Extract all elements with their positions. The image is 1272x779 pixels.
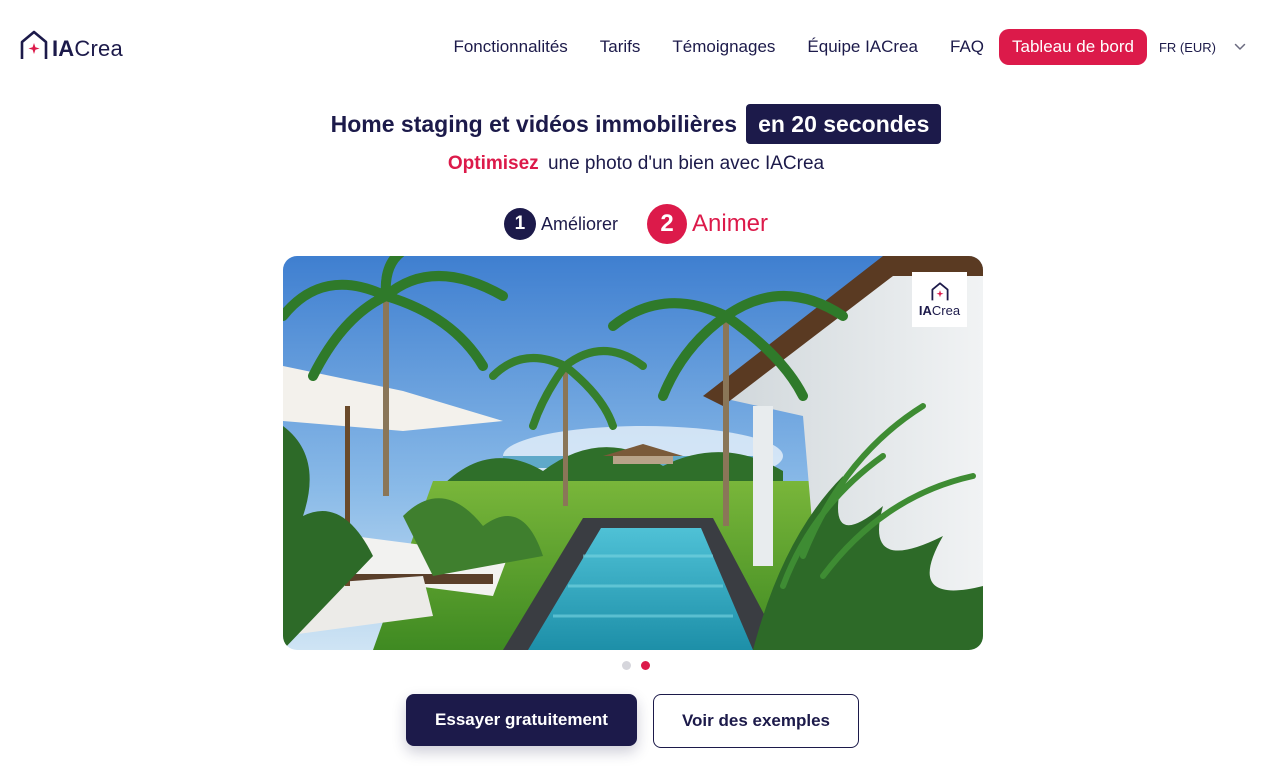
subtitle-accent: Optimisez	[447, 153, 539, 174]
hero-badge: en 20 secondes	[746, 104, 942, 144]
nav-link-tarifs[interactable]: Tarifs	[600, 37, 641, 57]
logo-text-light: Crea	[74, 36, 123, 61]
see-examples-button[interactable]: Voir des exemples	[653, 694, 859, 748]
logo[interactable]: IACrea	[20, 28, 123, 60]
carousel-image[interactable]: IACrea	[283, 256, 983, 650]
dashboard-button[interactable]: Tableau de bord	[999, 29, 1147, 65]
nav-link-equipe[interactable]: Équipe IACrea	[807, 37, 918, 57]
step-number-1: 1	[503, 208, 536, 240]
hero-heading: Home staging et vidéos immobilières en 2…	[0, 104, 1272, 144]
house-logo-icon	[931, 281, 948, 300]
carousel-dots	[0, 661, 1272, 670]
step-label-1: Améliorer	[540, 213, 618, 234]
watermark-text-bold: IA	[918, 302, 932, 318]
carousel-dot-1[interactable]	[622, 661, 631, 670]
step-animer[interactable]: 2 Animer	[647, 204, 768, 244]
step-label-2: Animer	[692, 210, 769, 237]
subtitle-rest: une photo d'un bien avec IACrea	[547, 153, 825, 174]
try-free-button[interactable]: Essayer gratuitement	[406, 694, 637, 746]
cta-group: Essayer gratuitement Voir des exemples	[406, 694, 859, 748]
house-logo-icon	[20, 30, 48, 59]
watermark-text-light: Crea	[931, 302, 961, 318]
watermark-logo: IACrea	[912, 272, 967, 327]
watermark-text: IACrea	[919, 303, 960, 318]
logo-text: IACrea	[52, 38, 123, 60]
main-nav: Fonctionnalités Tarifs Témoignages Équip…	[453, 29, 1246, 65]
nav-link-faq[interactable]: FAQ	[950, 37, 984, 57]
chevron-down-icon	[1234, 43, 1246, 50]
hero-subtitle: Optimisez une photo d'un bien avec IACre…	[0, 153, 1272, 175]
step-number-2: 2	[647, 204, 687, 244]
nav-link-fonctionnalites[interactable]: Fonctionnalités	[453, 37, 567, 57]
nav-link-temoignages[interactable]: Témoignages	[672, 37, 775, 57]
carousel-dot-2[interactable]	[641, 661, 650, 670]
language-selector[interactable]: FR (EUR)	[1159, 40, 1246, 55]
step-ameliorer[interactable]: 1 Améliorer	[503, 208, 618, 240]
logo-text-bold: IA	[52, 36, 75, 61]
language-label: FR (EUR)	[1158, 39, 1216, 55]
steps-switcher: 1 Améliorer 2 Animer	[0, 204, 1272, 244]
tropical-pool-villa-image	[283, 256, 983, 650]
hero-title: Home staging et vidéos immobilières	[330, 110, 738, 137]
